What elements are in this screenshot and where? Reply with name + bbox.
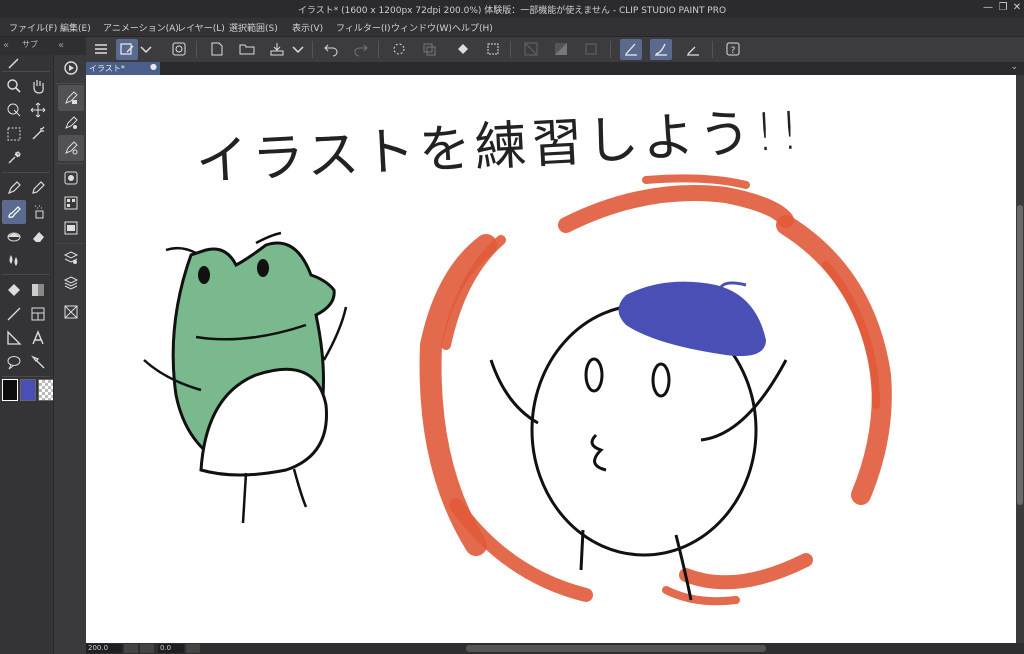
vertical-scrollbar[interactable] <box>1016 75 1024 643</box>
chevron-down-icon[interactable] <box>138 39 152 60</box>
tool-palette <box>0 55 54 654</box>
airbrush-icon[interactable] <box>26 200 50 224</box>
main-color-swatch[interactable] <box>2 379 18 401</box>
menu-edit[interactable]: 編集(E) <box>60 21 91 34</box>
close-icon[interactable]: ✕ <box>1011 2 1023 14</box>
zoom-in-button[interactable] <box>140 644 154 653</box>
balloon-icon[interactable] <box>2 350 26 374</box>
frame-border-icon[interactable] <box>26 302 50 326</box>
ruler-icon[interactable] <box>2 326 26 350</box>
menu-help[interactable]: ヘルプ(H) <box>452 21 493 34</box>
liquify-pen-icon[interactable] <box>58 85 84 111</box>
menu-layer[interactable]: レイヤー(L) <box>177 21 225 34</box>
zoom-icon[interactable] <box>2 74 26 98</box>
object-select-icon[interactable] <box>58 55 84 81</box>
menu-animation[interactable]: アニメーション(A) <box>103 21 179 34</box>
zoom-out-button[interactable] <box>124 644 138 653</box>
collapse-sub-icon[interactable]: « <box>58 40 64 51</box>
curve-snap-icon[interactable] <box>650 39 672 60</box>
menu-bar: ファイル(F) 編集(E) アニメーション(A) レイヤー(L) 選択範囲(S)… <box>0 18 1024 37</box>
round-character <box>489 281 788 601</box>
window-title: イラスト* (1600 x 1200px 72dpi 200.0%) 体験版：一… <box>297 6 727 16</box>
maximize-icon[interactable]: ❐ <box>997 2 1009 14</box>
hand-icon[interactable] <box>26 74 50 98</box>
ruler-snap-icon[interactable] <box>620 39 642 60</box>
chevron-down-icon[interactable]: ⌄ <box>1010 62 1018 72</box>
menu-view[interactable]: 表示(V) <box>292 21 323 34</box>
rotation-field[interactable]: 0.0 <box>158 644 184 653</box>
tab-illust[interactable]: イラスト* ● <box>86 62 160 75</box>
transparent-color-swatch[interactable] <box>38 379 54 401</box>
pencil-icon[interactable] <box>26 176 50 200</box>
blend-icon[interactable] <box>2 248 26 272</box>
correct-line-icon[interactable] <box>26 350 50 374</box>
sub-tool-tab-label[interactable]: サブ <box>22 39 38 50</box>
horizontal-scroll-thumb[interactable] <box>466 645 766 652</box>
svg-text:?: ? <box>731 46 736 56</box>
magic-wand-icon[interactable] <box>26 122 50 146</box>
liquify-pen-2-icon[interactable] <box>58 110 84 136</box>
copy-icon[interactable] <box>418 39 440 60</box>
crop-icon[interactable] <box>580 39 602 60</box>
zoom-field[interactable]: 200.0 <box>86 644 122 653</box>
title-bar: イラスト* (1600 x 1200px 72dpi 200.0%) 体験版：一… <box>0 0 1024 18</box>
decoration-icon[interactable] <box>2 224 26 248</box>
fill-icon[interactable] <box>452 39 474 60</box>
new-file-icon[interactable] <box>206 39 228 60</box>
open-folder-icon[interactable] <box>236 39 258 60</box>
menu-file[interactable]: ファイル(F) <box>9 21 57 34</box>
collapse-left-icon[interactable]: « <box>3 40 9 51</box>
color-set-icon[interactable] <box>58 190 84 216</box>
save-options-chevron-icon[interactable] <box>290 39 304 60</box>
vertical-scroll-thumb[interactable] <box>1017 205 1023 505</box>
move-icon[interactable] <box>26 98 50 122</box>
color-history-icon[interactable] <box>58 215 84 241</box>
transform-icon[interactable] <box>482 39 504 60</box>
fill-bucket-icon[interactable] <box>2 278 26 302</box>
drawing: イラストを練習しよう!! <box>143 101 892 606</box>
undo-icon[interactable] <box>320 39 342 60</box>
select-layer-icon[interactable] <box>2 98 26 122</box>
tab-label: イラスト* <box>89 64 125 73</box>
menu-window[interactable]: ウィンドウ(W) <box>391 21 452 34</box>
sub-color-swatch[interactable] <box>20 379 36 401</box>
loading-spinner-icon[interactable] <box>388 39 410 60</box>
clear-selection-icon[interactable] <box>520 39 542 60</box>
material-icon[interactable] <box>58 299 84 325</box>
redo-icon[interactable] <box>350 39 372 60</box>
eraser-icon[interactable] <box>26 224 50 248</box>
layer-property-icon[interactable] <box>58 245 84 271</box>
pen-tab-icon[interactable] <box>2 55 26 71</box>
save-icon[interactable] <box>266 39 288 60</box>
tool-palette-header: « « サブ <box>0 37 86 55</box>
navigator-icon[interactable] <box>58 165 84 191</box>
canvas-tab-bar: イラスト* ● ⌄ <box>86 62 1024 75</box>
gradient-icon[interactable] <box>26 278 50 302</box>
menu-selection[interactable]: 選択範囲(S) <box>229 21 278 34</box>
liquify-pen-3-icon[interactable] <box>58 135 84 161</box>
help-icon[interactable]: ? <box>722 39 744 60</box>
clip-studio-icon[interactable] <box>168 39 190 60</box>
line-icon[interactable] <box>2 302 26 326</box>
menu-icon[interactable] <box>90 39 112 60</box>
new-canvas-icon[interactable] <box>116 39 138 60</box>
rotate-button[interactable] <box>186 644 200 653</box>
frog-character <box>143 231 348 524</box>
status-bar: 200.0 0.0 <box>86 643 1024 654</box>
special-ruler-icon[interactable] <box>682 39 704 60</box>
command-bar: ? <box>86 37 1024 62</box>
layer-icon[interactable] <box>58 270 84 296</box>
brush-icon[interactable] <box>2 200 26 224</box>
canvas[interactable]: イラストを練習しよう!! <box>86 75 1016 643</box>
eyedropper-icon[interactable] <box>2 146 26 170</box>
tone-icon[interactable] <box>550 39 572 60</box>
minimize-icon[interactable]: — <box>982 2 994 14</box>
tab-close-icon[interactable]: ● <box>150 62 157 71</box>
selection-rect-icon[interactable] <box>2 122 26 146</box>
sub-tool-palette <box>53 55 87 654</box>
pen-icon[interactable] <box>2 176 26 200</box>
menu-filter[interactable]: フィルター(I) <box>336 21 391 34</box>
text-icon[interactable] <box>26 326 50 350</box>
